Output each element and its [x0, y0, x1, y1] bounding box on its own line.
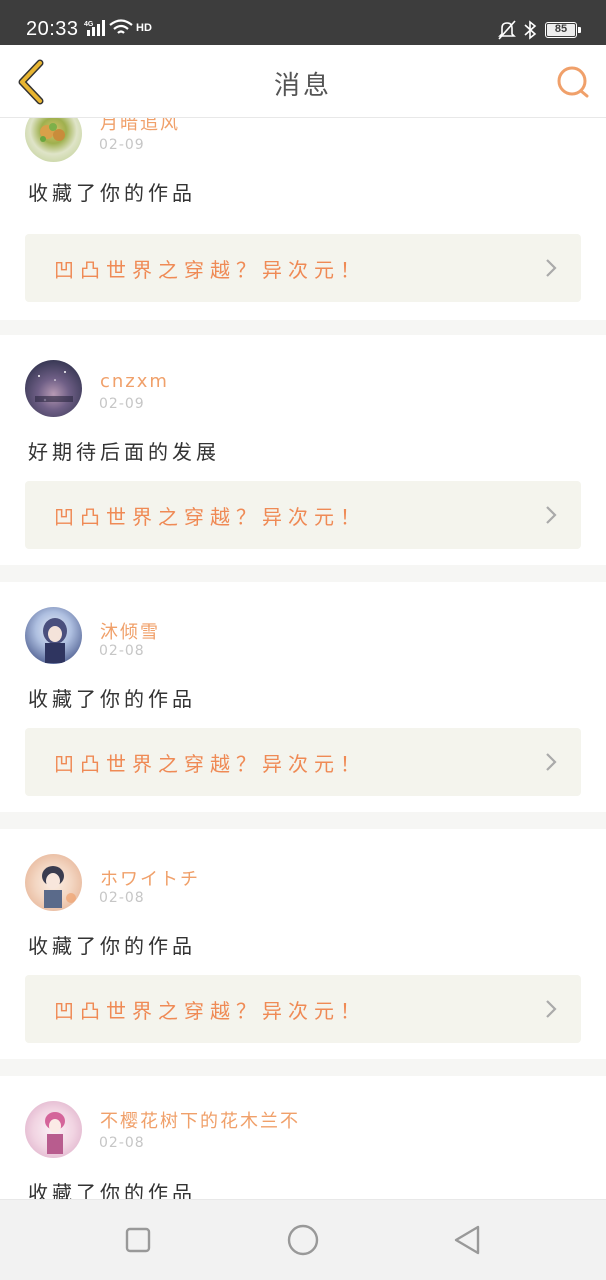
username[interactable]: cnzxm — [100, 371, 169, 392]
message-card: 沐倾雪 02-08 收藏了你的作品 凹凸世界之穿越？异次元！ — [0, 582, 606, 812]
back-triangle-icon[interactable] — [450, 1222, 486, 1258]
bell-muted-icon — [498, 20, 516, 40]
avatar-image — [40, 123, 65, 142]
status-time: 20:33 — [26, 18, 79, 40]
avatar-image — [35, 371, 73, 402]
username[interactable]: 沐倾雪 — [100, 618, 160, 644]
avatar-image — [45, 1112, 65, 1154]
message-text: 收藏了你的作品 — [28, 1181, 196, 1199]
wifi-icon — [109, 19, 133, 34]
battery-level: 85 — [547, 24, 575, 36]
avatar-image — [42, 866, 76, 908]
username[interactable]: 不樱花树下的花木兰不 — [100, 1107, 300, 1133]
message-date: 02-08 — [99, 643, 145, 659]
message-date: 02-09 — [99, 396, 145, 412]
chevron-right-icon — [546, 506, 557, 524]
home-icon[interactable] — [285, 1222, 321, 1258]
avatar[interactable] — [25, 118, 82, 162]
work-link[interactable]: 凹凸世界之穿越？异次元！ — [25, 234, 581, 302]
work-link[interactable]: 凹凸世界之穿越？异次元！ — [25, 728, 581, 796]
chevron-right-icon — [546, 1000, 557, 1018]
message-date: 02-08 — [99, 1135, 145, 1151]
message-card: 月暗追风 02-09 收藏了你的作品 凹凸世界之穿越？异次元！ — [0, 118, 606, 320]
avatar-image — [43, 618, 67, 663]
work-title: 凹凸世界之穿越？异次元！ — [54, 752, 366, 776]
chevron-right-icon — [546, 753, 557, 771]
message-text: 收藏了你的作品 — [28, 181, 196, 205]
system-nav-bar — [0, 1199, 606, 1280]
work-link[interactable]: 凹凸世界之穿越？异次元！ — [25, 481, 581, 549]
message-card: cnzxm 02-09 好期待后面的发展 凹凸世界之穿越？异次元！ — [0, 335, 606, 565]
status-bar: 20:33 4G HD 85 — [0, 0, 606, 45]
work-title: 凹凸世界之穿越？异次元！ — [54, 999, 366, 1023]
signal-icon: 4G — [84, 20, 105, 36]
message-card: 不樱花树下的花木兰不 02-08 收藏了你的作品 — [0, 1076, 606, 1199]
work-title: 凹凸世界之穿越？异次元！ — [54, 258, 366, 282]
chevron-right-icon — [546, 259, 557, 277]
avatar[interactable] — [25, 1101, 82, 1158]
battery-icon: 85 — [545, 22, 581, 38]
app-header: 消息 — [0, 45, 606, 118]
work-link[interactable]: 凹凸世界之穿越？异次元！ — [25, 975, 581, 1043]
page-title: 消息 — [273, 71, 332, 101]
svg-text:4G: 4G — [84, 21, 94, 28]
username[interactable]: 月暗追风 — [100, 118, 180, 135]
message-card: ホワイトチ 02-08 收藏了你的作品 凹凸世界之穿越？异次元！ — [0, 829, 606, 1059]
hd-label: HD — [136, 22, 152, 34]
message-list[interactable]: 月暗追风 02-09 收藏了你的作品 凹凸世界之穿越？异次元！ cnzxm 02… — [0, 118, 606, 1199]
avatar[interactable] — [25, 607, 82, 664]
work-title: 凹凸世界之穿越？异次元！ — [54, 505, 366, 529]
recent-apps-icon[interactable] — [120, 1222, 156, 1258]
message-text: 收藏了你的作品 — [28, 934, 196, 958]
search-icon[interactable] — [553, 63, 593, 101]
message-text: 收藏了你的作品 — [28, 687, 196, 711]
avatar[interactable] — [25, 360, 82, 417]
message-date: 02-08 — [99, 890, 145, 906]
username[interactable]: ホワイトチ — [100, 865, 200, 891]
message-date: 02-09 — [99, 137, 145, 153]
bluetooth-icon — [524, 20, 537, 40]
avatar[interactable] — [25, 854, 82, 911]
message-text: 好期待后面的发展 — [28, 440, 220, 464]
